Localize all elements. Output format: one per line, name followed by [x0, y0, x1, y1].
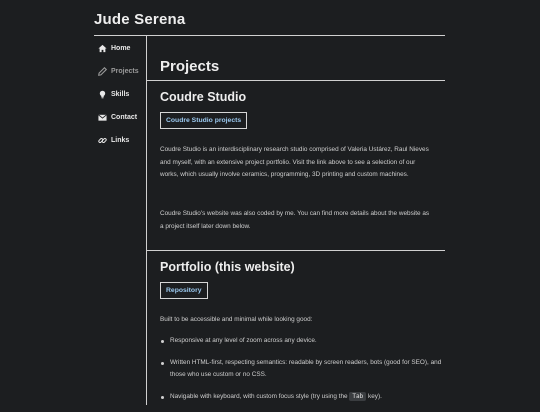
sidebar-item-label: Links [111, 137, 130, 144]
list-item-text: Navigable with keyboard, with custom foc… [170, 392, 348, 400]
list-item-text: Responsive at any level of zoom across a… [170, 337, 317, 344]
sidebar-item-label: Projects [111, 68, 139, 75]
sidebar-item-label: Skills [111, 91, 130, 98]
link-icon [98, 136, 107, 145]
sidebar-nav: Home Projects Skills Contact Links [98, 43, 144, 158]
tab-key-label: Tab [349, 391, 367, 401]
sidebar-item-links[interactable]: Links [98, 135, 144, 146]
section-divider [146, 250, 445, 251]
sidebar-item-skills[interactable]: Skills [98, 89, 144, 100]
section-title-portfolio: Portfolio (this website) [160, 260, 295, 274]
coudre-paragraph-1: Coudre Studio is an interdisciplinary re… [160, 146, 429, 178]
list-item: Written HTML-first, respecting semantics… [160, 357, 442, 382]
sidebar-item-label: Home [111, 45, 131, 52]
list-item-text: key). [368, 392, 382, 400]
feature-list: Responsive at any level of zoom across a… [160, 335, 442, 412]
sidebar-item-projects[interactable]: Projects [98, 66, 144, 77]
home-icon [98, 44, 107, 53]
coudre-paragraph-2: Coudre Studio's website was also coded b… [160, 210, 430, 230]
list-item: Navigable with keyboard, with custom foc… [160, 391, 442, 404]
sidebar-item-home[interactable]: Home [98, 43, 144, 54]
lightbulb-icon [98, 90, 107, 99]
repository-link[interactable]: Repository [160, 282, 208, 299]
sidebar-item-contact[interactable]: Contact [98, 112, 144, 123]
portfolio-intro: Built to be accessible and minimal while… [160, 316, 313, 323]
bullet-dot [161, 361, 164, 365]
envelope-icon [98, 113, 107, 122]
list-item-text: Written HTML-first, respecting semantics… [170, 358, 442, 379]
section-divider [146, 80, 445, 81]
bullet-dot [161, 340, 164, 343]
coudre-studio-projects-link[interactable]: Coudre Studio projects [160, 112, 248, 129]
section-title-coudre: Coudre Studio [160, 90, 247, 104]
page-title: Projects [160, 58, 220, 76]
sidebar-item-label: Contact [111, 114, 138, 121]
bullet-dot [161, 395, 164, 399]
sidebar-divider [146, 36, 147, 405]
pencil-icon [98, 67, 107, 76]
site-title[interactable]: Jude Serena [94, 11, 185, 28]
list-item: Responsive at any level of zoom across a… [160, 335, 442, 348]
